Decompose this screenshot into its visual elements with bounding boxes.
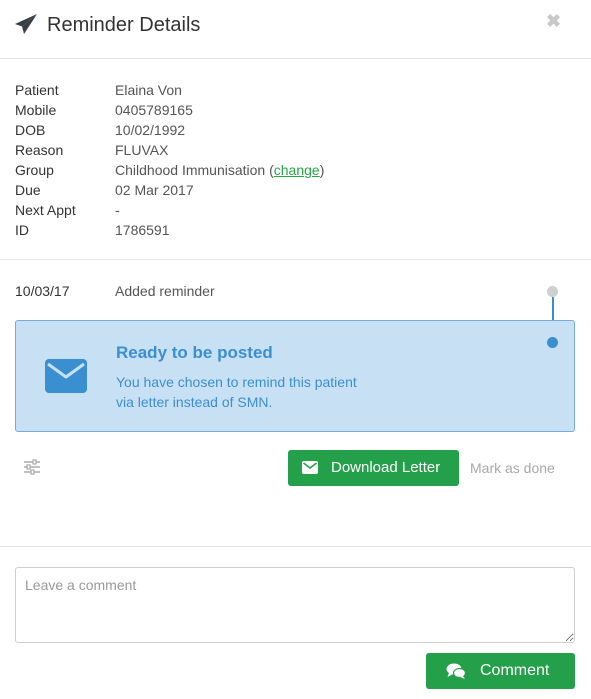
status-line-2: via letter instead of SMN. xyxy=(116,394,273,410)
detail-label: DOB xyxy=(15,122,46,138)
divider xyxy=(0,259,591,260)
paren-open: ( xyxy=(265,162,274,178)
status-line-1: You have chosen to remind this patient xyxy=(116,374,357,390)
timeline-dot-active xyxy=(545,335,560,350)
panel-header: Reminder Details ✖ xyxy=(0,0,591,59)
paren-close: ) xyxy=(319,162,325,178)
detail-row-reason: Reason FLUVAX xyxy=(15,140,575,160)
detail-value: Elaina Von xyxy=(115,82,182,98)
timeline-text: Added reminder xyxy=(115,283,215,299)
comment-button-label: Comment xyxy=(480,662,550,679)
status-message: You have chosen to remind this patient v… xyxy=(116,372,416,412)
detail-row-group: Group Childhood Immunisation (change) xyxy=(15,160,575,180)
detail-label: Patient xyxy=(15,82,59,98)
comment-button[interactable]: Comment xyxy=(426,653,575,689)
detail-value: 0405789165 xyxy=(115,102,193,118)
status-panel: Ready to be posted You have chosen to re… xyxy=(15,320,575,432)
comment-input[interactable] xyxy=(15,567,575,643)
group-name: Childhood Immunisation xyxy=(115,162,266,178)
detail-value: 10/02/1992 xyxy=(115,122,186,138)
envelope-icon xyxy=(302,461,318,474)
detail-label: ID xyxy=(15,222,29,238)
detail-row-dob: DOB 10/02/1992 xyxy=(15,120,575,140)
detail-row-mobile: Mobile 0405789165 xyxy=(15,100,575,120)
divider xyxy=(0,546,591,547)
detail-label: Mobile xyxy=(15,102,57,118)
timeline-date: 10/03/17 xyxy=(15,283,70,299)
detail-value: 1786591 xyxy=(115,222,170,238)
comments-icon xyxy=(446,663,466,679)
detail-row-due: Due 02 Mar 2017 xyxy=(15,180,575,200)
detail-value: 02 Mar 2017 xyxy=(115,182,194,198)
detail-label: Reason xyxy=(15,142,64,158)
reminder-details-panel: Reminder Details ✖ Patient Elaina Von Mo… xyxy=(0,0,591,699)
detail-row-patient: Patient Elaina Von xyxy=(15,80,575,100)
status-title: Ready to be posted xyxy=(116,343,273,362)
envelope-icon xyxy=(45,359,87,393)
detail-label: Group xyxy=(15,162,54,178)
detail-value: Childhood Immunisation (change) xyxy=(115,160,324,180)
detail-row-next-appt: Next Appt - xyxy=(15,200,575,220)
page-title: Reminder Details xyxy=(47,14,201,36)
download-letter-button[interactable]: Download Letter xyxy=(288,450,459,486)
timeline-dot xyxy=(547,286,558,297)
mark-as-done-link[interactable]: Mark as done xyxy=(470,459,555,477)
sliders-icon[interactable] xyxy=(22,458,42,476)
download-letter-label: Download Letter xyxy=(331,459,441,476)
change-group-link[interactable]: change xyxy=(274,162,320,178)
detail-label: Next Appt xyxy=(15,202,76,218)
paper-plane-icon xyxy=(15,14,37,34)
detail-label: Due xyxy=(15,182,41,198)
patient-details: Patient Elaina Von Mobile 0405789165 DOB… xyxy=(15,80,575,240)
close-icon[interactable]: ✖ xyxy=(546,11,561,31)
detail-row-id: ID 1786591 xyxy=(15,220,575,240)
detail-value: - xyxy=(115,202,120,218)
detail-value: FLUVAX xyxy=(115,142,169,158)
